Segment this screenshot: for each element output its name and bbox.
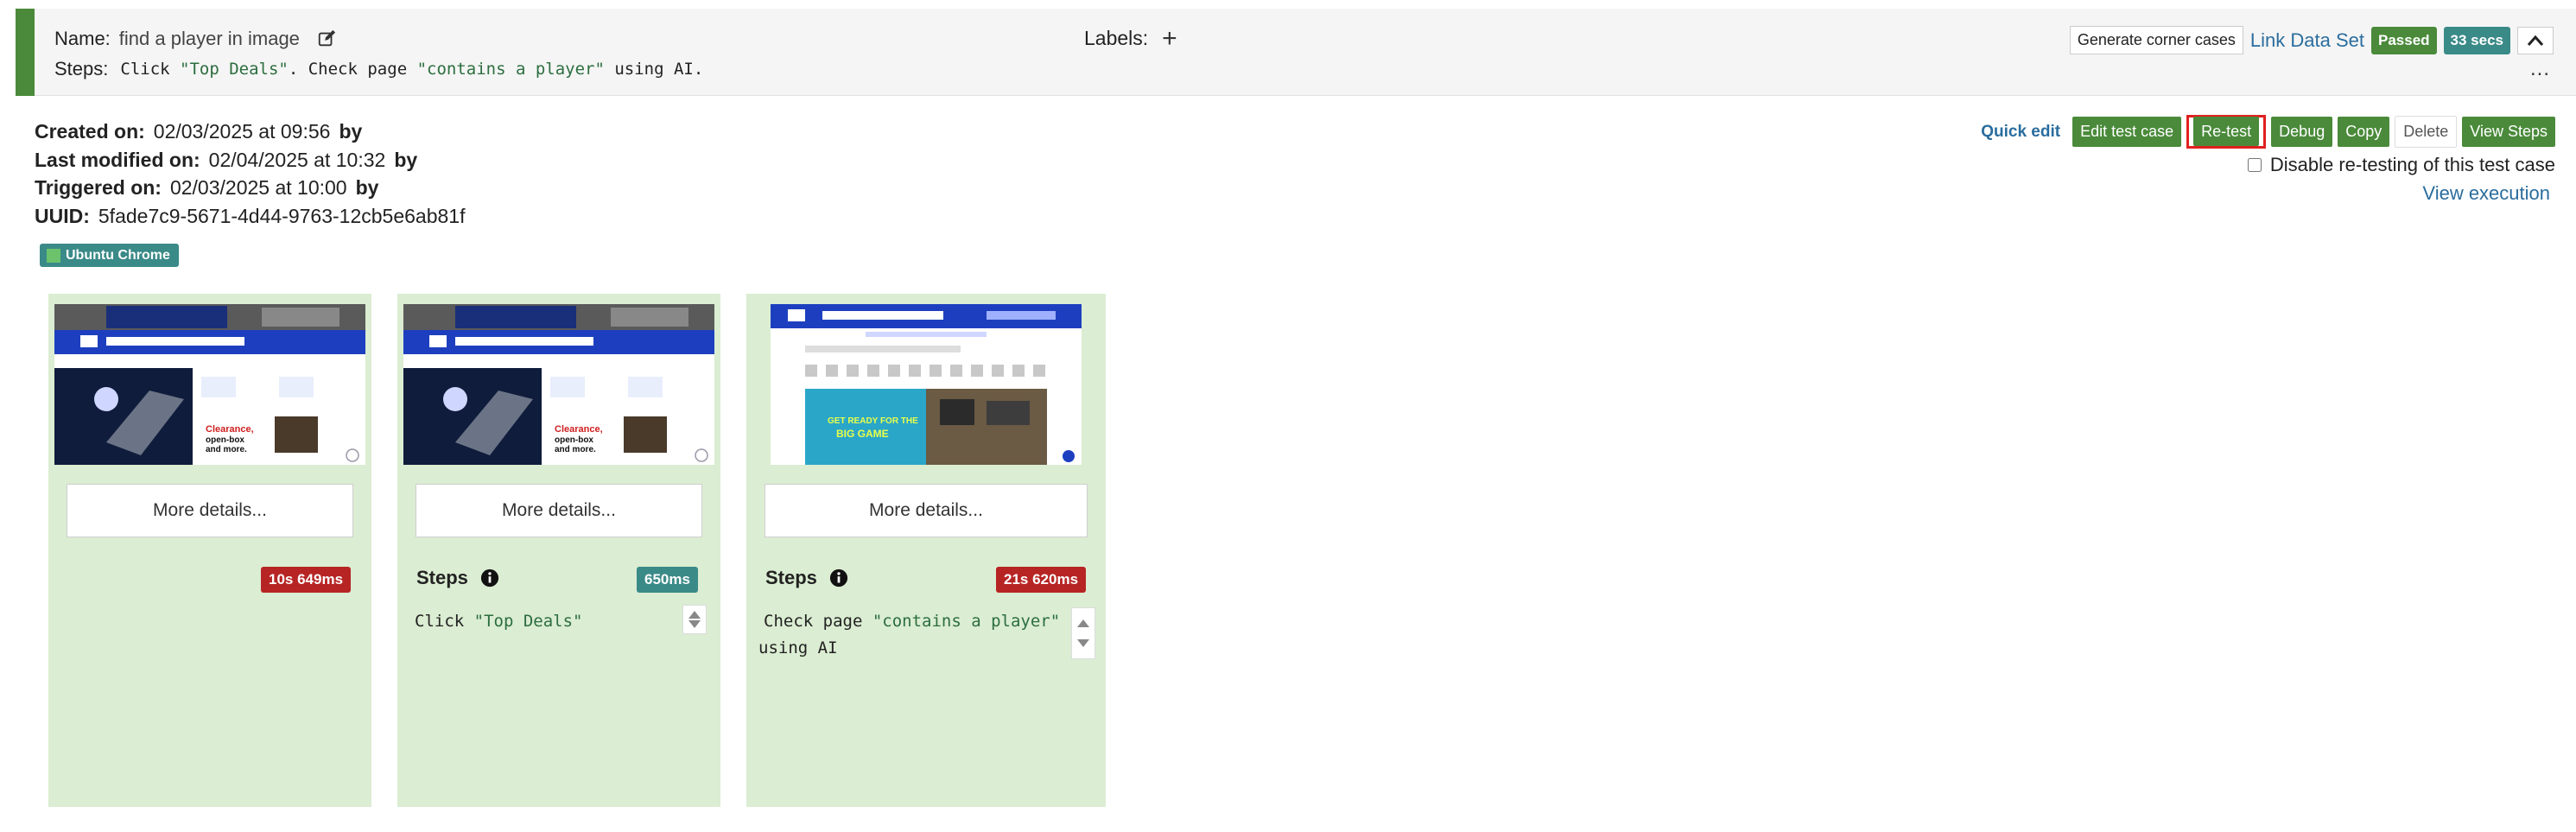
move-up-icon[interactable]	[1077, 619, 1089, 627]
step-text-continued: using AI	[758, 638, 838, 657]
step-text: Check page "contains a player"	[764, 612, 1061, 631]
test-meta: Created on: 02/03/2025 at 09:56 by Last mo…	[35, 117, 465, 230]
svg-text:GET READY FOR THE: GET READY FOR THE	[828, 416, 918, 426]
edit-test-case-button[interactable]: Edit test case	[2072, 117, 2182, 147]
triggered-value: 02/03/2025 at 10:00	[169, 176, 347, 199]
disable-retesting-option[interactable]: Disable re-testing of this test case	[2247, 154, 2555, 176]
more-details-button[interactable]: More details...	[765, 484, 1088, 537]
chevron-up-icon	[2527, 35, 2544, 46]
view-steps-button[interactable]: View Steps	[2462, 117, 2555, 147]
svg-text:and more.: and more.	[555, 445, 596, 454]
retest-highlight: Re-test	[2186, 115, 2267, 149]
svg-text:open-box: open-box	[206, 435, 244, 445]
more-details-button[interactable]: More details...	[67, 484, 353, 537]
svg-text:open-box: open-box	[555, 435, 593, 445]
labels-row: Labels: +	[1084, 25, 1177, 51]
delete-button[interactable]: Delete	[2395, 116, 2458, 148]
step-screenshot[interactable]: Clearance, open-box and more.	[403, 304, 714, 465]
move-down-icon[interactable]	[1077, 639, 1089, 647]
disable-retesting-checkbox[interactable]	[2247, 158, 2262, 172]
test-name: find a player in image	[118, 28, 300, 49]
move-down-icon[interactable]	[688, 620, 701, 628]
step-screenshot[interactable]: Clearance, open-box and more.	[54, 304, 365, 465]
labels-label: Labels:	[1084, 27, 1149, 49]
duration-badge: 650ms	[637, 567, 698, 593]
svg-text:Clearance,: Clearance,	[555, 424, 603, 435]
duration-badge: 33 secs	[2443, 26, 2510, 54]
modified-by: by	[394, 148, 418, 171]
duration-badge: 21s 620ms	[996, 567, 1087, 593]
plus-icon[interactable]: +	[1162, 25, 1177, 51]
steps-heading: Steps	[765, 567, 848, 589]
uuid-label: UUID:	[35, 204, 90, 227]
modified-label: Last modified on:	[35, 148, 200, 171]
created-by: by	[339, 120, 363, 143]
modified-value: 02/04/2025 at 10:32	[208, 148, 386, 171]
debug-button[interactable]: Debug	[2271, 117, 2333, 147]
quick-edit-link[interactable]: Quick edit	[1981, 123, 2060, 142]
view-execution-link[interactable]: View execution	[2422, 182, 2550, 205]
status-badge: Passed	[2371, 26, 2437, 54]
edit-icon[interactable]	[317, 29, 336, 48]
steps-summary: Click "Top Deals". Check page "contains …	[120, 60, 704, 79]
step-card: Clearance, open-box and more. More detai…	[397, 294, 720, 807]
chrome-icon	[47, 248, 60, 263]
link-data-set-link[interactable]: Link Data Set	[2250, 29, 2364, 52]
header-actions: Generate corner cases Link Data Set Pass…	[2069, 26, 2554, 54]
collapse-button[interactable]	[2517, 26, 2554, 54]
svg-text:Clearance,: Clearance,	[206, 424, 254, 435]
copy-button[interactable]: Copy	[2338, 117, 2390, 147]
duration-badge: 10s 649ms	[261, 567, 352, 593]
created-value: 02/03/2025 at 09:56	[153, 120, 331, 143]
generate-corner-cases-button[interactable]: Generate corner cases	[2069, 26, 2243, 54]
step-reorder-control[interactable]	[682, 605, 707, 634]
steps-label: Steps:	[54, 58, 109, 79]
move-up-icon[interactable]	[688, 611, 701, 619]
step-card: GET READY FOR THE BIG GAME More details.…	[746, 294, 1106, 807]
step-card: Clearance, open-box and more. More detai…	[48, 294, 371, 807]
name-row: Name: find a player in image	[54, 28, 336, 50]
more-details-button[interactable]: More details...	[416, 484, 702, 537]
steps-heading: Steps	[416, 567, 499, 589]
more-options-icon[interactable]: ...	[2530, 57, 2550, 81]
step-screenshot[interactable]: GET READY FOR THE BIG GAME	[771, 304, 1082, 465]
triggered-by: by	[355, 176, 379, 199]
info-icon[interactable]	[480, 568, 499, 587]
steps-row: Steps: Click "Top Deals". Check page "co…	[54, 58, 703, 80]
action-toolbar: Quick edit Edit test case Re-test Debug …	[1981, 115, 2555, 149]
info-icon[interactable]	[829, 568, 848, 587]
name-label: Name:	[54, 28, 111, 49]
environment-badge: Ubuntu Chrome	[40, 244, 179, 267]
status-bar	[16, 9, 35, 96]
step-text: Click "Top Deals"	[415, 612, 583, 631]
svg-text:and more.: and more.	[206, 445, 247, 454]
svg-text:BIG GAME: BIG GAME	[836, 428, 889, 440]
uuid-value: 5fade7c9-5671-4d44-9763-12cb5e6ab81f	[98, 204, 466, 227]
triggered-label: Triggered on:	[35, 176, 162, 199]
step-reorder-control[interactable]	[1071, 607, 1095, 659]
retest-button[interactable]: Re-test	[2193, 117, 2260, 146]
created-label: Created on:	[35, 120, 145, 143]
